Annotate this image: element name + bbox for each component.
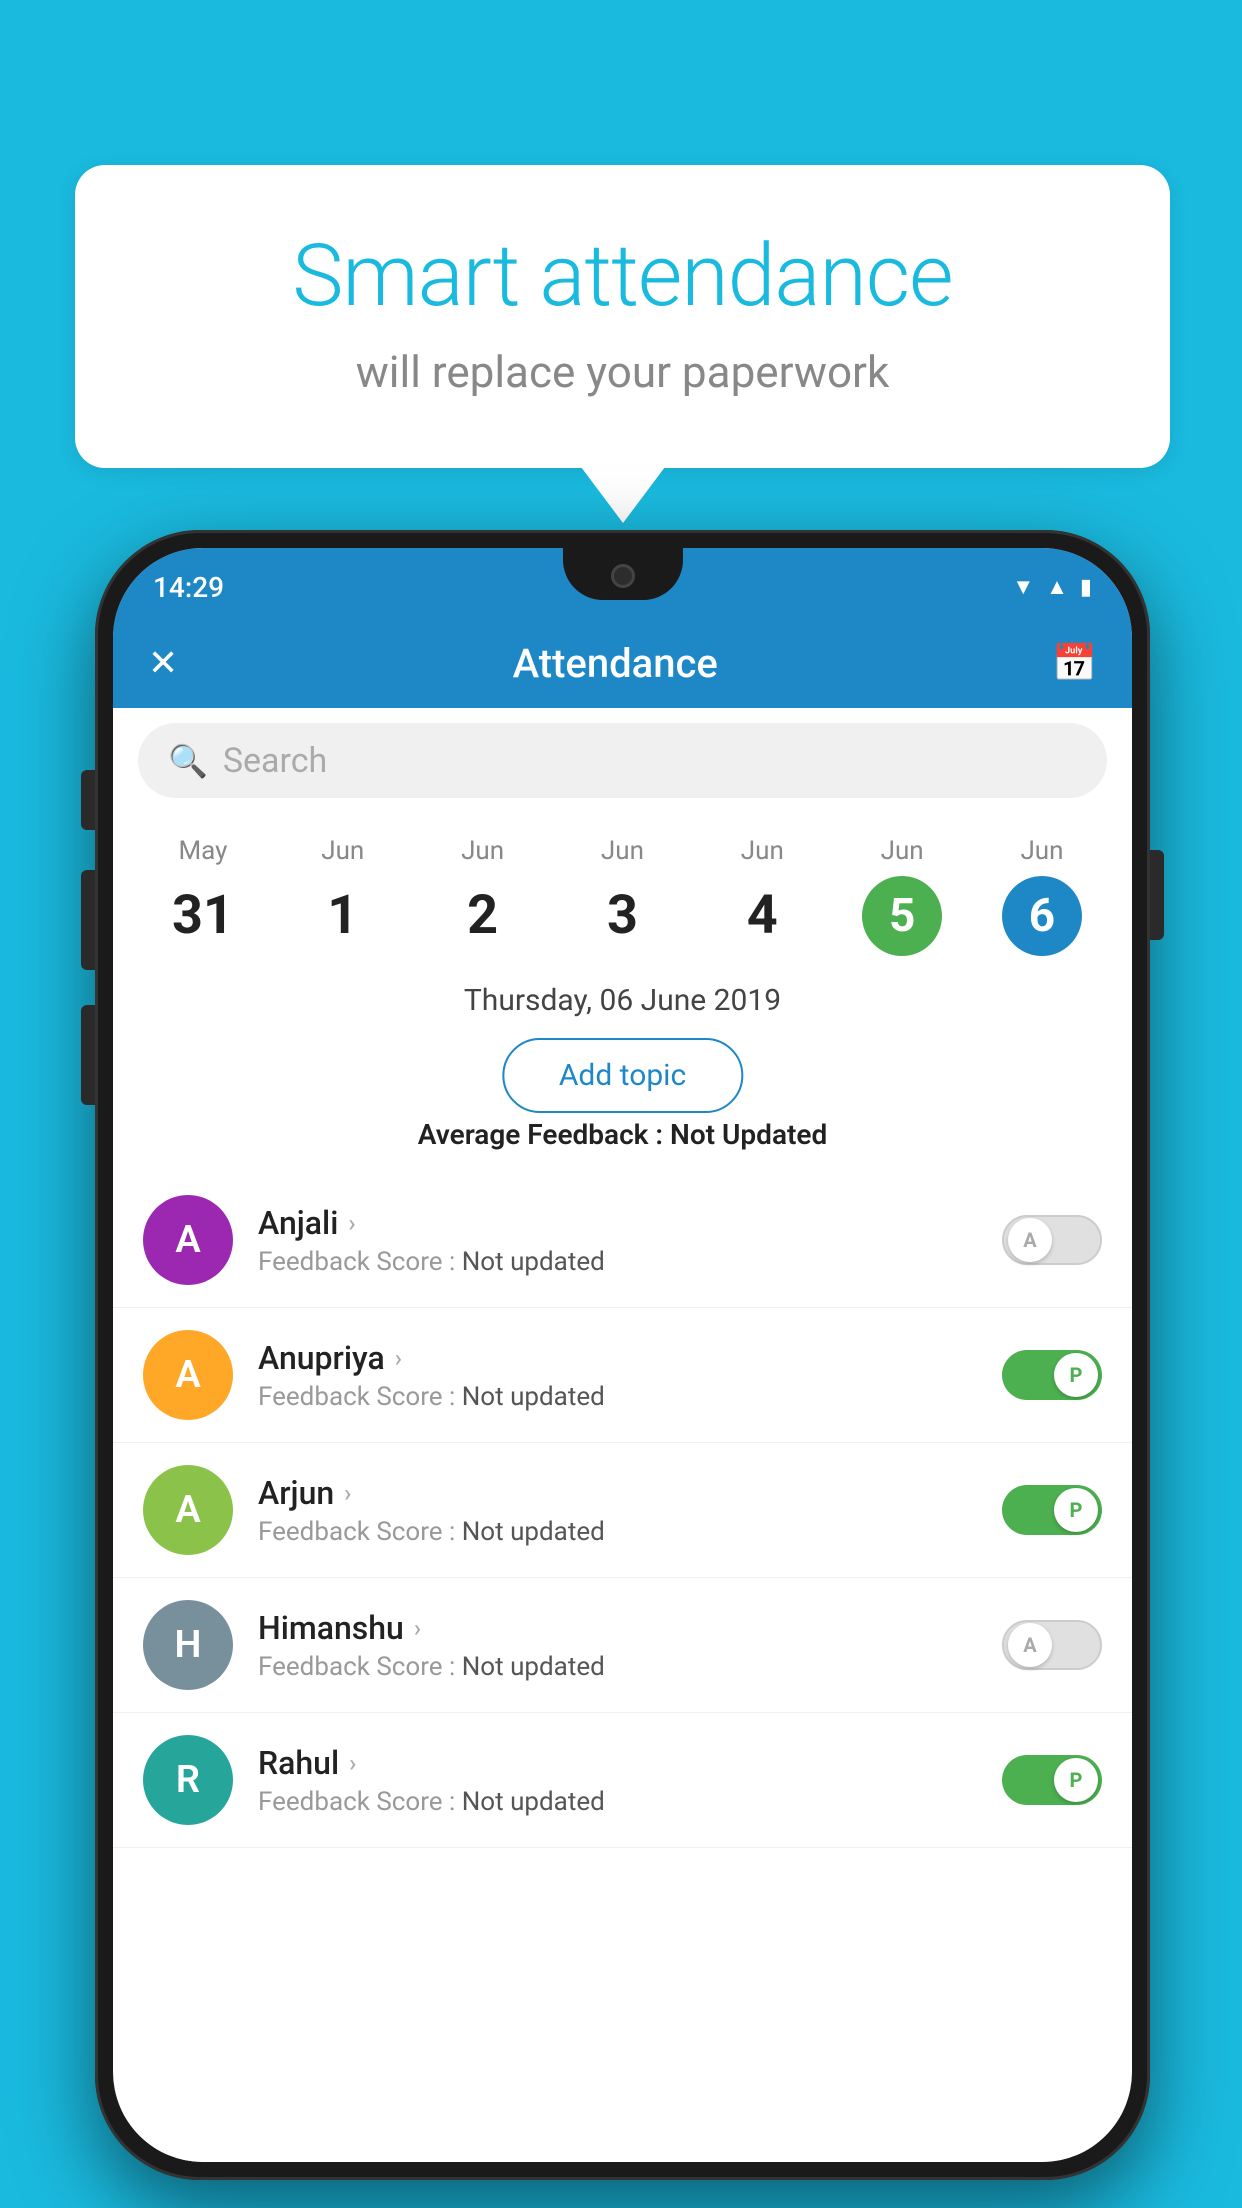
student-name: Anupriya › [258,1339,977,1377]
calendar-day[interactable]: May 31 [163,836,243,956]
search-input[interactable]: Search [223,741,327,781]
cal-month-label: Jun [461,836,504,866]
search-bar[interactable]: 🔍 Search [138,723,1107,798]
wifi-icon: ▼ [1012,574,1034,600]
calendar-day[interactable]: Jun 3 [582,836,662,956]
add-topic-button[interactable]: Add topic [502,1038,743,1113]
student-list-item[interactable]: A Arjun › Feedback Score : Not updated P [113,1443,1132,1578]
cal-day-number: 6 [1002,876,1082,956]
cal-month-label: May [178,836,227,866]
cal-day-number: 3 [582,876,662,956]
student-name: Himanshu › [258,1609,977,1647]
notch [563,548,683,600]
student-list-item[interactable]: R Rahul › Feedback Score : Not updated P [113,1713,1132,1848]
student-avatar: R [143,1735,233,1825]
volume-down-button [81,1005,95,1105]
chevron-icon: › [414,1614,421,1642]
app-header: ✕ Attendance 📅 [113,618,1132,708]
feedback-score: Feedback Score : Not updated [258,1247,977,1277]
student-list-item[interactable]: A Anupriya › Feedback Score : Not updated P [113,1308,1132,1443]
toggle-knob: P [1054,1488,1098,1532]
speech-bubble-title: Smart attendance [155,225,1090,326]
cal-day-number: 2 [443,876,523,956]
cal-month-label: Jun [881,836,924,866]
student-avatar: A [143,1195,233,1285]
cal-day-number: 5 [862,876,942,956]
volume-up-button [81,870,95,970]
calendar-icon[interactable]: 📅 [1052,642,1097,684]
student-list: AAnjali ›Feedback Score : Not updatedAAA… [113,1173,1132,2162]
calendar-day[interactable]: Jun 5 [862,836,942,956]
calendar-day[interactable]: Jun 6 [1002,836,1082,956]
calendar-day[interactable]: Jun 2 [443,836,523,956]
student-list-item[interactable]: H Himanshu › Feedback Score : Not updated A [113,1578,1132,1713]
feedback-score: Feedback Score : Not updated [258,1787,977,1817]
feedback-score: Feedback Score : Not updated [258,1382,977,1412]
attendance-toggle[interactable]: A [1002,1215,1102,1265]
toggle-knob: P [1054,1353,1098,1397]
chevron-icon: › [344,1479,351,1507]
speech-bubble: Smart attendance will replace your paper… [75,165,1170,468]
speech-bubble-subtitle: will replace your paperwork [155,346,1090,398]
cal-month-label: Jun [741,836,784,866]
attendance-toggle[interactable]: P [1002,1755,1102,1805]
toggle-knob: A [1008,1623,1052,1667]
phone-shell: 14:29 ▼ ▲ ▮ ✕ Attendance 📅 🔍 Search May 3… [95,530,1150,2180]
cal-day-number: 1 [303,876,383,956]
calendar-strip: May 31 Jun 1 Jun 2 Jun 3 Jun 4 Jun 5 Jun 6 [113,818,1132,973]
chevron-icon: › [395,1344,402,1372]
average-feedback: Average Feedback : Not Updated [113,1118,1132,1151]
student-avatar: A [143,1465,233,1555]
signal-icon: ▲ [1046,574,1068,600]
search-icon: 🔍 [168,742,208,780]
close-icon[interactable]: ✕ [148,642,178,684]
calendar-day[interactable]: Jun 1 [303,836,383,956]
cal-day-number: 31 [163,876,243,956]
student-name: Rahul › [258,1744,977,1782]
cal-month-label: Jun [1020,836,1063,866]
phone-mockup: 14:29 ▼ ▲ ▮ ✕ Attendance 📅 🔍 Search May 3… [95,530,1150,2180]
phone-screen: 14:29 ▼ ▲ ▮ ✕ Attendance 📅 🔍 Search May 3… [113,548,1132,2162]
feedback-score: Feedback Score : Not updated [258,1652,977,1682]
avg-feedback-value: Not Updated [670,1118,827,1151]
student-name: Arjun › [258,1474,977,1512]
calendar-day[interactable]: Jun 4 [722,836,802,956]
cal-month-label: Jun [601,836,644,866]
chevron-icon: › [348,1209,355,1237]
feedback-score: Feedback Score : Not updated [258,1517,977,1547]
toggle-knob: P [1054,1758,1098,1802]
status-icons: ▼ ▲ ▮ [1012,574,1092,600]
student-avatar: A [143,1330,233,1420]
student-list-item[interactable]: A Anjali › Feedback Score : Not updated A [113,1173,1132,1308]
chevron-icon: › [349,1749,356,1777]
attendance-toggle[interactable]: P [1002,1485,1102,1535]
cal-month-label: Jun [321,836,364,866]
status-time: 14:29 [153,571,224,604]
cal-day-number: 4 [722,876,802,956]
selected-date-label: Thursday, 06 June 2019 [113,983,1132,1018]
avg-feedback-label: Average Feedback : [418,1118,670,1151]
battery-icon: ▮ [1080,575,1092,600]
student-name: Anjali › [258,1204,977,1242]
student-avatar: H [143,1600,233,1690]
toggle-knob: A [1008,1218,1052,1262]
attendance-toggle[interactable]: A [1002,1620,1102,1670]
camera [611,564,635,588]
power-button [1150,850,1164,940]
attendance-toggle[interactable]: P [1002,1350,1102,1400]
page-title: Attendance [513,640,718,687]
volume-mute-button [81,770,95,830]
